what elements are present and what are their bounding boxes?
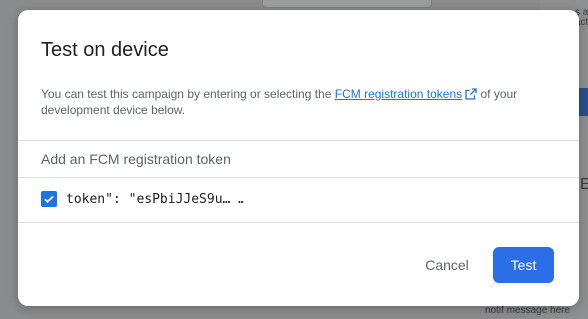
- open-in-new-icon[interactable]: [465, 88, 477, 100]
- cancel-button[interactable]: Cancel: [414, 247, 480, 283]
- add-token-field[interactable]: Add an FCM registration token: [41, 151, 231, 167]
- dialog-description: You can test this campaign by entering o…: [41, 86, 541, 118]
- fcm-tokens-link[interactable]: FCM registration tokens: [335, 87, 462, 101]
- divider: [18, 140, 579, 141]
- background-letter: E: [580, 176, 588, 193]
- dialog-title: Test on device: [41, 39, 169, 61]
- description-text-before: You can test this campaign by entering o…: [41, 87, 335, 101]
- divider: [18, 222, 579, 223]
- token-checkbox[interactable]: [41, 191, 57, 207]
- background-hint: notif message here: [485, 305, 571, 316]
- test-button[interactable]: Test: [493, 247, 554, 283]
- check-icon: [44, 195, 54, 204]
- token-redaction: [244, 191, 454, 207]
- divider: [18, 177, 579, 178]
- background-card: [262, 0, 432, 8]
- test-on-device-dialog: Test on device You can test this campaig…: [18, 10, 579, 306]
